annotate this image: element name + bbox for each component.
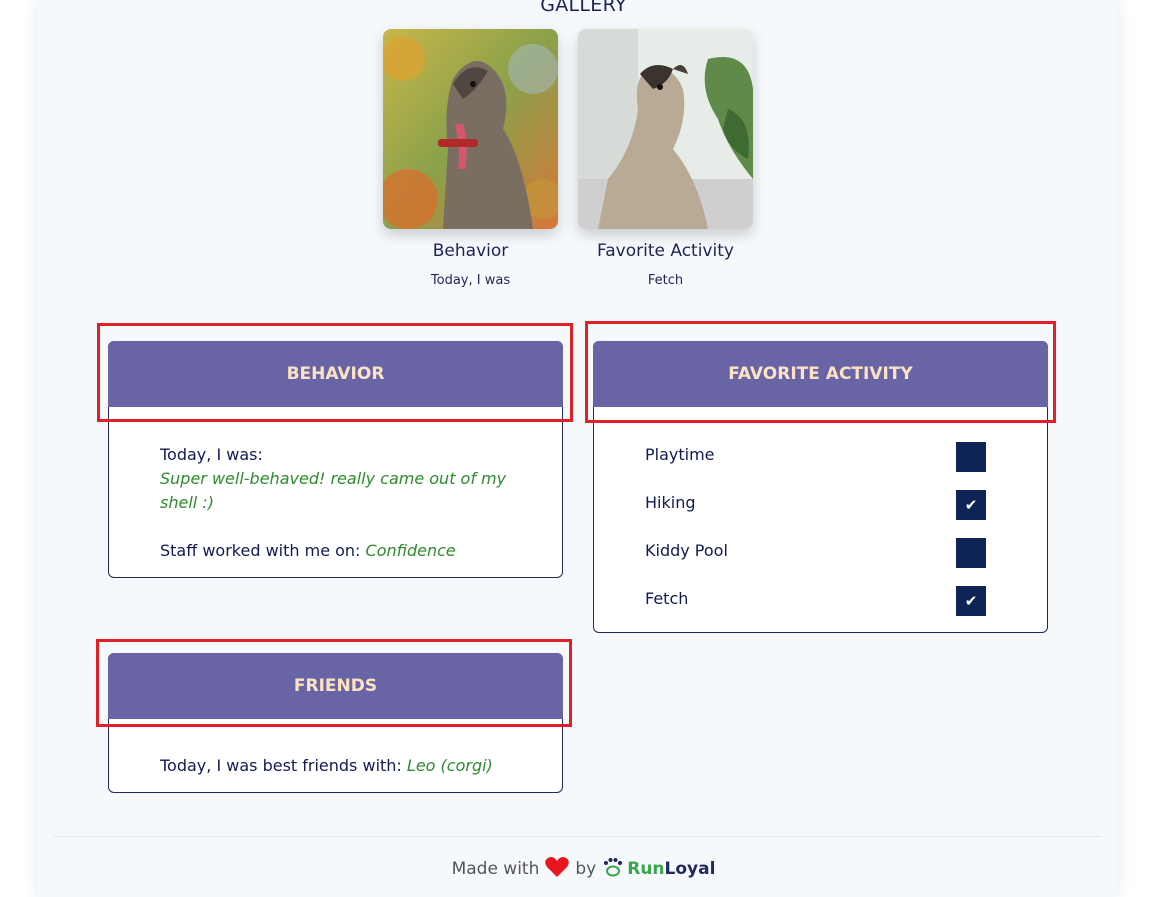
footer-made-with: Made with — [451, 859, 540, 879]
gallery-title: GALLERY — [540, 0, 627, 16]
friends-label: Today, I was best friends with: — [160, 756, 407, 775]
paw-icon — [602, 857, 624, 882]
behavior-today-value-line2: shell :) — [160, 493, 214, 512]
highlight-box-behavior — [97, 323, 573, 422]
gallery-caption-title-behavior: Behavior — [432, 241, 509, 261]
activity-checkbox-kiddy-pool[interactable] — [956, 538, 986, 568]
behavior-staff-label: Staff worked with me on: — [160, 541, 366, 560]
activity-checkbox-fetch[interactable]: ✔ — [956, 586, 986, 616]
checkmark-icon: ✔ — [964, 592, 978, 610]
brand-loyal: Loyal — [664, 859, 716, 879]
brand-run: Run — [627, 859, 665, 879]
highlight-box-friends — [96, 639, 572, 727]
footer-divider — [54, 836, 1101, 837]
runloyal-logo[interactable]: RunLoyal — [602, 857, 715, 882]
behavior-today-value-line1: Super well-behaved! really came out of m… — [160, 469, 507, 488]
heart-icon — [545, 856, 570, 882]
gallery-caption-title-favorite-activity: Favorite Activity — [597, 241, 734, 261]
footer-by: by — [575, 859, 597, 879]
activity-checkbox-playtime[interactable] — [956, 442, 986, 472]
checkmark-icon: ✔ — [964, 496, 978, 514]
friends-line: Today, I was best friends with: Leo (cor… — [160, 756, 493, 775]
activity-label-kiddy-pool: Kiddy Pool — [645, 541, 728, 560]
highlight-box-favorite-activity — [585, 321, 1056, 423]
gallery-photo-behavior[interactable] — [383, 29, 558, 229]
activity-label-fetch: Fetch — [645, 589, 689, 608]
behavior-staff-line: Staff worked with me on: Confidence — [160, 541, 456, 560]
activity-checkbox-hiking[interactable]: ✔ — [956, 490, 986, 520]
activity-label-hiking: Hiking — [645, 493, 696, 512]
friends-value: Leo (corgi) — [406, 756, 493, 775]
gallery-photo-favorite-activity[interactable] — [578, 29, 753, 229]
behavior-today-label: Today, I was: — [160, 445, 263, 464]
gallery-caption-subtitle-behavior: Today, I was — [430, 273, 511, 288]
footer: Made with by RunLoyal — [0, 856, 1167, 882]
behavior-staff-value: Confidence — [365, 541, 456, 560]
gallery-caption-subtitle-favorite-activity: Fetch — [647, 273, 684, 288]
activity-label-playtime: Playtime — [645, 445, 715, 464]
